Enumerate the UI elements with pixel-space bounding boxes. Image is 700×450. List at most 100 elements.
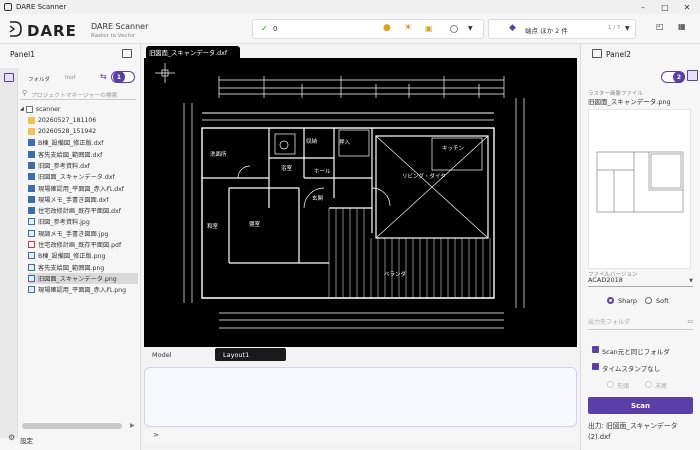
- tree-item[interactable]: 現場確認用_平面図_赤入れ.dxf: [28, 183, 138, 194]
- radio-suffix[interactable]: [645, 381, 652, 388]
- dxf-file-icon: [28, 207, 35, 215]
- bulb-icon[interactable]: ●: [383, 23, 391, 33]
- tree-item-label: 旧図面_スキャンデータ.dxf: [38, 174, 115, 182]
- panel1-toggle[interactable]: 1: [111, 71, 135, 83]
- panel1-badge: 1: [113, 71, 125, 83]
- checkbox-same-folder[interactable]: [592, 346, 599, 353]
- tree-item[interactable]: 旧図_参考資料.jpg: [28, 217, 138, 228]
- tree-item[interactable]: 旧図_参考資料.dxf: [28, 160, 138, 171]
- tree-item[interactable]: B棟_設備図_修正版.png: [28, 251, 138, 262]
- tree-root[interactable]: ◢ scanner: [20, 104, 138, 115]
- radio-soft[interactable]: [645, 297, 652, 304]
- minimize-button[interactable]: –: [632, 0, 654, 14]
- tree-item[interactable]: 住宅改修計画_既存平面図.pdf: [28, 239, 138, 250]
- expand-icon[interactable]: ◢: [20, 106, 24, 112]
- status-toolbar: ✓ 0 ● ☀ ▣ ▼: [252, 19, 484, 39]
- radio-prefix[interactable]: [607, 381, 614, 388]
- dxf-file-icon: [28, 184, 35, 192]
- dxf-file-icon: [28, 161, 35, 169]
- room-label: ホール: [314, 168, 331, 175]
- dxf-file-icon: [28, 139, 35, 147]
- app-subtitle: Raster to Vector: [91, 33, 136, 39]
- project-search-input[interactable]: ⚲ プロジェクトマネージャーの検索: [20, 88, 136, 100]
- output-folder-input[interactable]: 出力先フォルダ ▭: [588, 317, 693, 330]
- scan-button[interactable]: Scan: [588, 397, 693, 414]
- folder-icon: [28, 128, 35, 136]
- tree-item-label: 住宅改修計画_既存平面図.dxf: [38, 208, 121, 216]
- settings-icon[interactable]: ⚙: [8, 433, 15, 442]
- room-label: 和室: [207, 222, 219, 230]
- tab-model[interactable]: Model: [152, 351, 172, 359]
- logo-mark-icon: [9, 21, 22, 37]
- layer-color-swatch[interactable]: [450, 25, 458, 33]
- room-label: キッチン: [442, 145, 465, 152]
- app-icon: [4, 3, 12, 11]
- close-button[interactable]: ✕: [676, 0, 698, 14]
- settings-label[interactable]: 設定: [20, 435, 33, 445]
- dxf-file-icon: [28, 150, 35, 158]
- right-panel-title: Panel2: [606, 50, 632, 59]
- tree-scrollbar[interactable]: [22, 423, 122, 429]
- tree-item[interactable]: B棟_設備図_修正版.dxf: [28, 138, 138, 149]
- snap-points-label[interactable]: 端点 ほか 2 件: [525, 25, 568, 35]
- collapse-panel-icon[interactable]: [122, 49, 132, 58]
- room-label: 寝室: [249, 220, 261, 228]
- app-header: DARE DARE Scanner Raster to Vector ✓ 0 ●…: [0, 14, 700, 44]
- tab-layer[interactable]: Inof: [65, 75, 75, 81]
- sync-icon[interactable]: ⇆: [100, 72, 107, 81]
- png-file-icon: [28, 263, 35, 271]
- expand-panel-icon[interactable]: [592, 49, 602, 58]
- checkbox-no-timestamp-label: タイムスタンプなし: [602, 365, 661, 373]
- drive-icon: [25, 105, 33, 113]
- tree-item[interactable]: 20260528_151942: [28, 126, 138, 137]
- status-count: 0: [273, 25, 278, 33]
- room-label: リビング・ダイタ: [402, 172, 446, 180]
- command-input[interactable]: >: [144, 429, 577, 443]
- room-label: 押入: [339, 138, 351, 146]
- version-select[interactable]: ACAD2018 ▼: [588, 276, 693, 287]
- left-panel-title: Panel1: [10, 50, 36, 59]
- checkbox-same-folder-label: Scan元と同じフォルダ: [602, 348, 670, 356]
- scroll-right-icon[interactable]: ▶: [130, 422, 135, 429]
- door-arc-2: [371, 187, 391, 207]
- tree-item[interactable]: 20260527_181106: [28, 115, 138, 126]
- room-label: 洗面所: [210, 150, 227, 158]
- room-label: ベランダ: [384, 270, 407, 278]
- tree-item[interactable]: 客先支給図_範囲図.png: [28, 262, 138, 273]
- tree-item[interactable]: 現場メモ_手書き図面.dxf: [28, 194, 138, 205]
- doc-tab[interactable]: 旧図面_スキャンデータ.dxf: [146, 46, 240, 58]
- external-window-icon[interactable]: ◰: [656, 22, 664, 31]
- output-result: 出力: 旧図面_スキャンデータ (2).dxf: [588, 422, 678, 441]
- tree-item-label: 20260528_151942: [38, 128, 97, 136]
- layer-dropdown-icon[interactable]: ▼: [468, 25, 473, 32]
- sun-icon[interactable]: ☀: [404, 23, 412, 33]
- image-settings-icon[interactable]: [687, 70, 698, 81]
- tree-item-label: 旧図_参考資料.dxf: [38, 162, 90, 170]
- jpg-file-icon: [28, 229, 35, 237]
- preview-thumbnail: [596, 151, 684, 213]
- snap-dropdown-icon[interactable]: ▼: [625, 25, 630, 32]
- maximize-button[interactable]: □: [654, 0, 676, 14]
- tree-item[interactable]: 客先支給図_範囲図.dxf: [28, 149, 138, 160]
- tab-layout1[interactable]: Layout1: [215, 348, 286, 361]
- jpg-file-icon: [28, 218, 35, 226]
- tree-item[interactable]: 現場確認用_平面図_赤入れ.png: [28, 285, 138, 296]
- side-rail: [0, 68, 18, 438]
- lock-icon[interactable]: ▣: [425, 24, 433, 33]
- tree-item[interactable]: 現調メモ_手書き図面.jpg: [28, 228, 138, 239]
- tree-item[interactable]: 旧図面_スキャンデータ.dxf: [28, 172, 138, 183]
- dxf-file-icon: [28, 173, 35, 181]
- title-bar: DARE Scanner – □ ✕: [0, 0, 700, 14]
- radio-sharp[interactable]: [607, 297, 614, 304]
- tree-item-label: 現場メモ_手書き図面.dxf: [38, 196, 109, 204]
- folder-browse-icon[interactable]: ▭: [687, 318, 693, 325]
- tree-item[interactable]: 住宅改修計画_既存平面図.dxf: [28, 205, 138, 216]
- grid-icon[interactable]: ▦: [678, 22, 686, 31]
- tree-item[interactable]: 旧図面_スキャンデータ.png: [28, 273, 138, 284]
- explorer-icon[interactable]: [4, 73, 14, 82]
- panel2-toggle[interactable]: 2: [661, 71, 685, 83]
- tab-folder[interactable]: フォルダ: [28, 75, 50, 83]
- checkbox-no-timestamp[interactable]: [592, 363, 599, 370]
- drawing-canvas[interactable]: リビング・ダイタ 浴室 洗面所 玄関 寝室 収納 ホール キッチン ベランダ 和室 押入: [144, 58, 577, 347]
- version-value: ACAD2018: [588, 276, 623, 284]
